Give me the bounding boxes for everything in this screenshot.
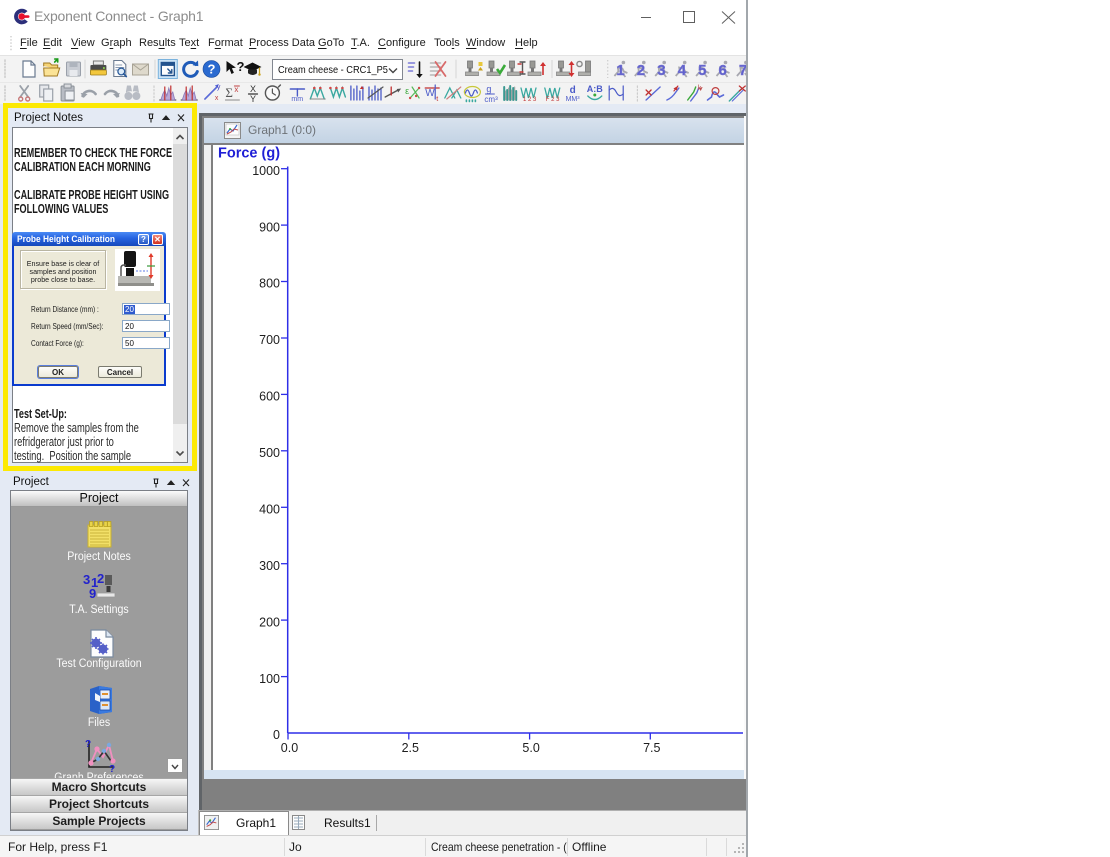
svg-text:7.5: 7.5 [643, 741, 660, 755]
svg-text:300: 300 [259, 559, 280, 573]
svg-text:1: 1 [616, 62, 624, 79]
svg-text:400: 400 [259, 503, 280, 517]
svg-text:cm³: cm³ [484, 95, 498, 104]
svg-text:1 2 3: 1 2 3 [523, 97, 537, 103]
svg-text:W: W [425, 88, 435, 99]
svg-text:t: t [436, 96, 438, 103]
svg-text:5: 5 [698, 62, 706, 79]
svg-text:2: 2 [637, 62, 645, 79]
svg-text:2: 2 [97, 573, 104, 586]
svg-text:6: 6 [719, 62, 727, 79]
svg-text:d: d [570, 85, 576, 96]
svg-text:X: X [250, 84, 256, 94]
svg-text:3: 3 [83, 573, 90, 587]
svg-text:ε: ε [405, 86, 409, 96]
svg-text:MM³: MM³ [566, 96, 581, 103]
svg-text:Y: Y [250, 94, 256, 104]
svg-text:4: 4 [678, 62, 687, 79]
svg-text:k: k [698, 85, 702, 92]
svg-text:9: 9 [89, 586, 96, 599]
svg-text:800: 800 [259, 277, 280, 291]
svg-text:x: x [215, 95, 219, 102]
svg-text:200: 200 [259, 615, 280, 629]
svg-text:3: 3 [657, 62, 665, 79]
svg-text:1000: 1000 [252, 164, 280, 178]
svg-text:900: 900 [259, 220, 280, 234]
svg-text:A:B: A:B [587, 84, 603, 94]
svg-text:700: 700 [259, 333, 280, 347]
svg-text:5.0: 5.0 [522, 741, 539, 755]
svg-text:500: 500 [259, 446, 280, 460]
svg-text:g: g [486, 84, 491, 94]
svg-text:y: y [217, 84, 221, 91]
svg-text:?: ? [237, 59, 245, 74]
svg-text:2.5: 2.5 [402, 741, 419, 755]
svg-text:mm: mm [291, 96, 303, 103]
svg-text:?: ? [85, 739, 91, 750]
svg-text:600: 600 [259, 390, 280, 404]
svg-text:Σ: Σ [225, 85, 233, 100]
svg-text:?: ? [208, 62, 216, 77]
svg-text:100: 100 [259, 672, 280, 686]
svg-text:7: 7 [739, 62, 746, 79]
svg-text:Force (g): Force (g) [218, 146, 280, 162]
svg-text:0: 0 [273, 728, 280, 742]
svg-text:F 2 3: F 2 3 [546, 97, 560, 103]
svg-text:0.0: 0.0 [281, 741, 298, 755]
